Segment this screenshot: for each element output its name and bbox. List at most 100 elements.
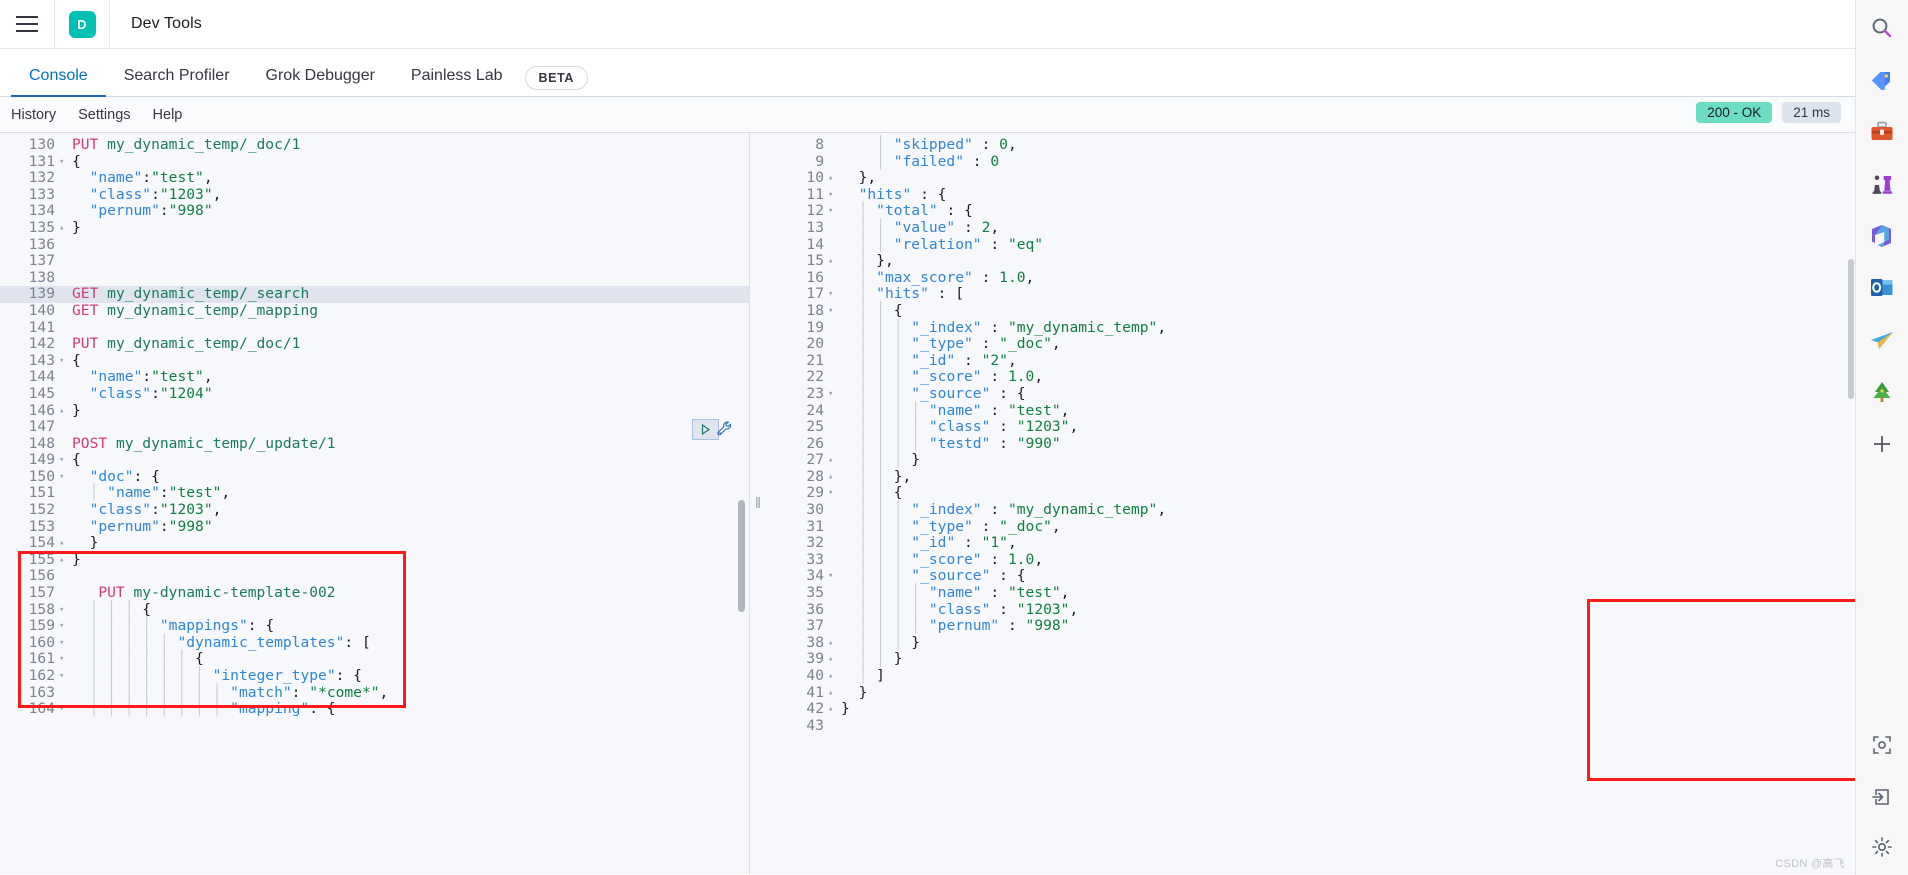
code-line[interactable]: 24 │ │ │ │ "name" : "test", [765,402,1855,420]
space-avatar[interactable]: D [55,0,109,49]
code-line[interactable]: 161 ▾ │ │ │ │ │ │ { [0,651,749,668]
subnav-item-history[interactable]: History [11,107,56,123]
fold-toggle-icon[interactable]: ▴ [827,253,838,270]
code-line[interactable]: 13 │ │ "value" : 2, [765,219,1855,237]
code-line[interactable]: 17 ▾ │ "hits" : [ [765,286,1855,303]
tree-icon[interactable] [1856,366,1908,418]
code-line[interactable]: 162 ▾ │ │ │ │ │ │ │ "integer_type": { [0,667,749,685]
fold-toggle-icon[interactable]: ▴ [827,469,838,486]
code-line[interactable]: 22 │ │ │ "_score" : 1.0, [765,369,1855,386]
code-line[interactable]: 150 ▾ "doc": { [0,468,749,486]
code-line[interactable]: 27 ▴ │ │ │ } [765,451,1855,469]
code-line[interactable]: 135 ▴} [0,219,749,237]
code-line[interactable]: 34 ▾ │ │ │ "_source" : { [765,568,1855,585]
subnav-item-settings[interactable]: Settings [78,107,130,123]
fold-toggle-icon[interactable]: ▾ [827,303,838,320]
code-line[interactable]: 153 "pernum":"998" [0,518,749,536]
screenshot-capture-icon[interactable] [1856,719,1908,771]
fold-toggle-icon[interactable]: ▾ [827,286,838,303]
add-sidebar-item-icon[interactable] [1856,418,1908,470]
code-line[interactable]: 9 │ "failed" : 0 [765,153,1855,171]
fold-toggle-icon[interactable]: ▾ [58,618,69,635]
code-line[interactable]: 19 │ │ │ "_index" : "my_dynamic_temp", [765,319,1855,337]
code-line[interactable]: 15 ▴ │ }, [765,252,1855,270]
fold-toggle-icon[interactable]: ▾ [58,154,69,171]
code-line[interactable]: 131 ▾{ [0,153,749,171]
code-line[interactable]: 164 ▾ │ │ │ │ │ │ │ │ "mapping": { [0,700,749,718]
code-line[interactable]: 41 ▴ } [765,684,1855,702]
code-line[interactable]: 136 [0,236,749,254]
code-line[interactable]: 137 [0,253,749,270]
code-line[interactable]: 152 "class":"1203", [0,501,749,519]
code-line[interactable]: 138 [0,269,749,287]
pane-splitter[interactable]: ‖ [750,133,765,874]
fold-toggle-icon[interactable]: ▾ [58,353,69,370]
code-line[interactable]: 38 ▴ │ │ │ } [765,634,1855,652]
request-options-button[interactable] [716,420,735,444]
code-line[interactable]: 12 ▾ │ "total" : { [765,203,1855,220]
request-editor[interactable]: 130 PUT my_dynamic_temp/_doc/1 131 ▾{132 "n… [0,133,750,874]
fold-toggle-icon[interactable]: ▾ [827,386,838,403]
code-line[interactable]: 146 ▴} [0,402,749,420]
fold-toggle-icon[interactable]: ▴ [827,170,838,187]
code-line[interactable]: 25 │ │ │ │ "class" : "1203", [765,418,1855,436]
telegram-paper-plane-icon[interactable] [1856,314,1908,366]
fold-toggle-icon[interactable]: ▾ [827,187,838,204]
fold-toggle-icon[interactable]: ▴ [58,403,69,420]
search-icon[interactable] [1856,2,1908,54]
fold-toggle-icon[interactable]: ▾ [58,701,69,718]
fold-toggle-icon[interactable]: ▴ [827,685,838,702]
code-line[interactable]: 139 GET my_dynamic_temp/_search [0,286,749,303]
code-line[interactable]: 16 │ "max_score" : 1.0, [765,269,1855,287]
code-line[interactable]: 157 PUT my-dynamic-template-002 [0,584,749,602]
code-line[interactable]: 158 ▾ │ │ │ { [0,601,749,619]
code-line[interactable]: 142 PUT my_dynamic_temp/_doc/1 [0,335,749,353]
fold-toggle-icon[interactable]: ▴ [58,552,69,569]
microsoft-365-icon[interactable] [1856,210,1908,262]
response-outer-scrollbar-thumb[interactable] [1848,259,1854,399]
share-icon[interactable] [1856,771,1908,823]
code-line[interactable]: 14 │ │ "relation" : "eq" [765,236,1855,254]
code-line[interactable]: 11 ▾ "hits" : { [765,186,1855,204]
tab-console[interactable]: Console [11,68,106,97]
fold-toggle-icon[interactable]: ▴ [58,220,69,237]
fold-toggle-icon[interactable]: ▾ [58,602,69,619]
bookmark-tag-icon[interactable] [1856,54,1908,106]
code-line[interactable]: 132 "name":"test", [0,169,749,187]
tab-painless-lab[interactable]: Painless Lab [393,68,521,96]
code-line[interactable]: 155 ▴} [0,551,749,569]
code-line[interactable]: 144 "name":"test", [0,369,749,386]
code-line[interactable]: 33 │ │ │ "_score" : 1.0, [765,551,1855,569]
code-line[interactable]: 36 │ │ │ │ "class" : "1203", [765,601,1855,619]
code-line[interactable]: 10 ▴ }, [765,169,1855,187]
code-line[interactable]: 39 ▴ │ │ } [765,651,1855,668]
code-line[interactable]: 160 ▾ │ │ │ │ │ "dynamic_templates": [ [0,634,749,652]
code-line[interactable]: 147 [0,418,749,436]
hamburger-menu-icon[interactable] [0,0,54,49]
run-request-button[interactable] [692,419,719,440]
code-line[interactable]: 40 ▴ │ ] [765,667,1855,685]
code-line[interactable]: 143 ▾{ [0,352,749,370]
code-line[interactable]: 31 │ │ │ "_type" : "_doc", [765,518,1855,536]
settings-gear-icon[interactable] [1856,823,1908,875]
code-line[interactable]: 21 │ │ │ "_id" : "2", [765,352,1855,370]
code-line[interactable]: 43 [765,717,1855,735]
code-line[interactable]: 154 ▴ } [0,534,749,552]
code-line[interactable]: 30 │ │ │ "_index" : "my_dynamic_temp", [765,501,1855,519]
fold-toggle-icon[interactable]: ▴ [827,635,838,652]
fold-toggle-icon[interactable]: ▾ [827,203,838,220]
code-line[interactable]: 163 │ │ │ │ │ │ │ │ "match": "*come*", [0,684,749,702]
code-line[interactable]: 134 "pernum":"998" [0,203,749,220]
fold-toggle-icon[interactable]: ▴ [827,668,838,685]
code-line[interactable]: 8 │ "skipped" : 0, [765,136,1855,154]
fold-toggle-icon[interactable]: ▾ [58,668,69,685]
code-line[interactable]: 151 │ "name":"test", [0,485,749,502]
response-viewer[interactable]: 8 │ "skipped" : 0, 9 │ "failed" : 0 10 ▴ },… [765,133,1855,874]
code-line[interactable]: 145 "class":"1204" [0,385,749,403]
code-line[interactable]: 26 │ │ │ │ "testd" : "990" [765,435,1855,453]
code-line[interactable]: 159 ▾ │ │ │ │ "mappings": { [0,617,749,635]
code-line[interactable]: 32 │ │ │ "_id" : "1", [765,534,1855,552]
code-line[interactable]: 42 ▴} [765,700,1855,718]
outlook-icon[interactable] [1856,262,1908,314]
code-line[interactable]: 140 GET my_dynamic_temp/_mapping [0,302,749,320]
